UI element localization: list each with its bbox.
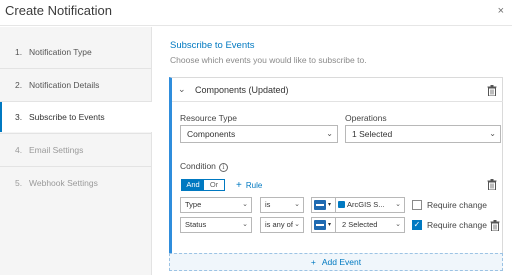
chevron-down-icon: ⌄ [242, 221, 248, 228]
rule-value: ArcGIS S... [347, 200, 385, 209]
trash-icon[interactable] [487, 179, 497, 190]
divider [335, 198, 336, 212]
require-change-checkbox[interactable] [412, 200, 422, 210]
info-icon[interactable]: i [218, 163, 228, 172]
event-card-header[interactable]: ⌄ Components (Updated) [172, 78, 503, 102]
caret-down-icon[interactable]: ▾ [328, 221, 331, 228]
rule-value: 2 Selected [342, 220, 378, 229]
step-label: Notification Details [29, 80, 100, 90]
step-number: 4. [15, 145, 23, 155]
rule-field-select[interactable]: Type ⌄ [180, 197, 252, 213]
step-number: 2. [15, 80, 23, 90]
main-panel: Subscribe to Events Choose which events … [153, 27, 512, 275]
require-change-checkbox[interactable]: ✓ [412, 220, 422, 230]
add-rule-button[interactable]: + Rule [236, 180, 262, 191]
field-type-icon[interactable] [314, 200, 326, 210]
dialog-title: Create Notification [5, 3, 112, 18]
step-email-settings[interactable]: 4. Email Settings [0, 135, 152, 165]
step-notification-type[interactable]: 1. Notification Type [0, 37, 152, 67]
chevron-down-icon: ⌄ [395, 221, 401, 228]
rule-operator-select[interactable]: is ⌄ [260, 197, 304, 213]
rule-operator-select[interactable]: is any of ⌄ [260, 217, 304, 233]
rule-operator-value: is any of [265, 220, 293, 229]
rule-value-select[interactable]: ▾ ArcGIS S... ⌄ [311, 197, 405, 213]
rule-operator-value: is [265, 200, 271, 209]
plus-icon: + [236, 180, 242, 191]
and-or-toggle[interactable]: And Or [181, 179, 225, 191]
close-icon[interactable]: × [498, 5, 504, 17]
condition-label: Condition i [180, 161, 228, 172]
trash-icon[interactable] [487, 85, 497, 96]
step-divider [0, 166, 152, 167]
event-card-title: Components (Updated) [195, 85, 289, 95]
add-event-label: Add Event [321, 257, 362, 267]
step-number: 3. [15, 112, 23, 122]
dialog-header: Create Notification × [0, 0, 512, 26]
step-divider [0, 68, 152, 69]
operations-select[interactable]: 1 Selected ⌄ [345, 125, 501, 143]
trash-icon[interactable] [490, 220, 500, 231]
operations-value: 1 Selected [352, 129, 393, 139]
rule-value-select[interactable]: ▾ 2 Selected ⌄ [311, 217, 405, 233]
or-option[interactable]: Or [204, 180, 224, 190]
step-label: Notification Type [29, 47, 92, 57]
step-number: 5. [15, 178, 23, 188]
event-card: ⌄ Components (Updated) Resource Type Com… [169, 77, 503, 263]
require-change-label: Require change [427, 200, 488, 210]
section-title: Subscribe to Events [170, 40, 255, 51]
divider [335, 218, 336, 232]
step-webhook-settings[interactable]: 5. Webhook Settings [0, 168, 152, 198]
plus-icon: + [310, 257, 316, 267]
rule-field-value: Type [185, 200, 202, 209]
chevron-down-icon: ⌄ [395, 201, 401, 208]
rule-value-text: ArcGIS S... [338, 198, 385, 212]
section-subtitle: Choose which events you would like to su… [170, 55, 367, 65]
caret-down-icon[interactable]: ▾ [328, 201, 331, 208]
chevron-down-icon: ⌄ [489, 129, 496, 138]
chevron-down-icon: ⌄ [326, 129, 333, 138]
require-change-label: Require change [427, 220, 488, 230]
add-event-button[interactable]: + Add Event [169, 253, 503, 271]
and-option[interactable]: And [182, 180, 204, 190]
steps-sidebar: 1. Notification Type 2. Notification Detai… [0, 27, 152, 275]
chevron-down-icon: ⌄ [242, 201, 248, 208]
tag-icon [338, 201, 345, 208]
field-type-icon[interactable] [314, 220, 326, 230]
chevron-down-icon: ⌄ [294, 221, 300, 228]
step-divider [0, 133, 152, 134]
step-subscribe-to-events[interactable]: 3. Subscribe to Events [0, 102, 152, 132]
step-label: Subscribe to Events [29, 112, 105, 122]
rule-field-select[interactable]: Status ⌄ [180, 217, 252, 233]
chevron-down-icon[interactable]: ⌄ [178, 84, 186, 95]
step-number: 1. [15, 47, 23, 57]
operations-label: Operations [345, 113, 387, 123]
step-notification-details[interactable]: 2. Notification Details [0, 70, 152, 100]
resource-type-select[interactable]: Components ⌄ [180, 125, 338, 143]
resource-type-value: Components [187, 129, 236, 139]
chevron-down-icon: ⌄ [294, 201, 300, 208]
add-rule-label: Rule [245, 181, 263, 190]
step-label: Webhook Settings [29, 178, 98, 188]
condition-text: Condition [180, 161, 216, 171]
rule-field-value: Status [185, 220, 207, 229]
step-label: Email Settings [29, 145, 84, 155]
resource-type-label: Resource Type [180, 113, 238, 123]
